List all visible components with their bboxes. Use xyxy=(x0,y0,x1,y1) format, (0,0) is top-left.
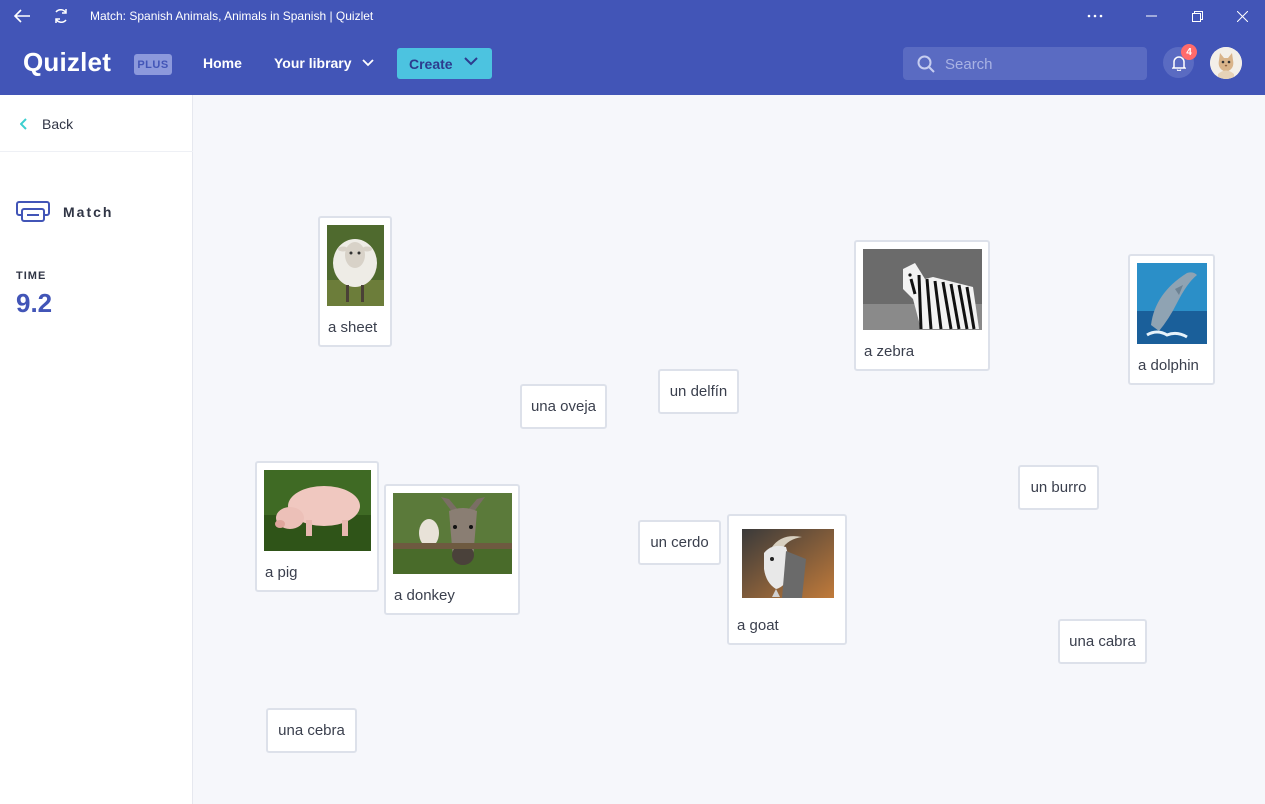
create-label: Create xyxy=(409,55,453,72)
divider xyxy=(0,151,193,152)
nav-home-link[interactable]: Home xyxy=(203,55,242,71)
pig-image xyxy=(264,470,371,551)
close-icon[interactable] xyxy=(1219,0,1265,32)
back-link[interactable]: Back xyxy=(20,115,73,133)
dolphin-image xyxy=(1137,263,1207,344)
match-card-pig[interactable]: a pig xyxy=(255,461,379,592)
match-card-word[interactable]: una oveja xyxy=(520,384,607,429)
match-mode-indicator: Match xyxy=(16,200,113,224)
search-icon xyxy=(917,55,935,73)
refresh-icon[interactable] xyxy=(41,0,81,32)
search-input[interactable]: Search xyxy=(903,47,1147,80)
sheep-image xyxy=(327,225,384,306)
chevron-left-icon xyxy=(20,118,27,130)
window-title: Match: Spanish Animals, Animals in Spani… xyxy=(90,9,374,23)
match-card-word[interactable]: una cabra xyxy=(1058,619,1147,664)
match-mode-icon xyxy=(16,201,50,222)
back-label: Back xyxy=(42,116,74,132)
back-arrow-icon[interactable] xyxy=(2,0,42,32)
match-card-word[interactable]: un delfín xyxy=(658,369,739,414)
sidebar: Back Match TIME 9.2 xyxy=(0,95,193,804)
card-label: a pig xyxy=(265,564,298,581)
search-placeholder: Search xyxy=(945,56,993,73)
top-navigation: Quizlet PLUS Home Your library Create Se… xyxy=(0,32,1265,95)
time-label: TIME xyxy=(16,270,47,282)
match-card-dolphin[interactable]: a dolphin xyxy=(1128,254,1215,385)
restore-icon[interactable] xyxy=(1174,0,1220,32)
match-card-sheep[interactable]: a sheet xyxy=(318,216,392,347)
avatar[interactable] xyxy=(1210,47,1242,79)
card-label: a sheet xyxy=(328,319,378,336)
time-value: 9.2 xyxy=(16,288,53,318)
quizlet-logo[interactable]: Quizlet xyxy=(23,47,111,78)
window-title-bar: Match: Spanish Animals, Animals in Spani… xyxy=(0,0,1265,32)
match-card-zebra[interactable]: a zebra xyxy=(854,240,990,371)
nav-library-label: Your library xyxy=(274,55,352,71)
create-button[interactable]: Create xyxy=(397,48,492,79)
notification-count-badge: 4 xyxy=(1181,44,1197,60)
cat-avatar-icon xyxy=(1210,47,1242,79)
donkey-image xyxy=(393,493,512,574)
mode-label: Match xyxy=(63,204,114,220)
match-card-word[interactable]: un cerdo xyxy=(638,520,721,565)
minimize-icon[interactable] xyxy=(1128,0,1174,32)
card-label: a dolphin xyxy=(1138,357,1199,374)
match-card-donkey[interactable]: a donkey xyxy=(384,484,520,615)
chevron-down-icon xyxy=(361,59,374,67)
card-label: a goat xyxy=(737,617,779,634)
card-label: a zebra xyxy=(864,343,915,360)
more-options-icon[interactable] xyxy=(1072,0,1118,32)
goat-image xyxy=(742,529,834,598)
zebra-image xyxy=(863,249,982,330)
match-card-word[interactable]: una cebra xyxy=(266,708,357,753)
match-card-word[interactable]: un burro xyxy=(1018,465,1099,510)
nav-library-dropdown[interactable]: Your library xyxy=(274,55,374,71)
card-label: a donkey xyxy=(394,587,455,604)
plus-badge: PLUS xyxy=(134,54,172,75)
match-card-goat[interactable]: a goat xyxy=(727,514,847,645)
chevron-down-icon xyxy=(464,57,478,66)
